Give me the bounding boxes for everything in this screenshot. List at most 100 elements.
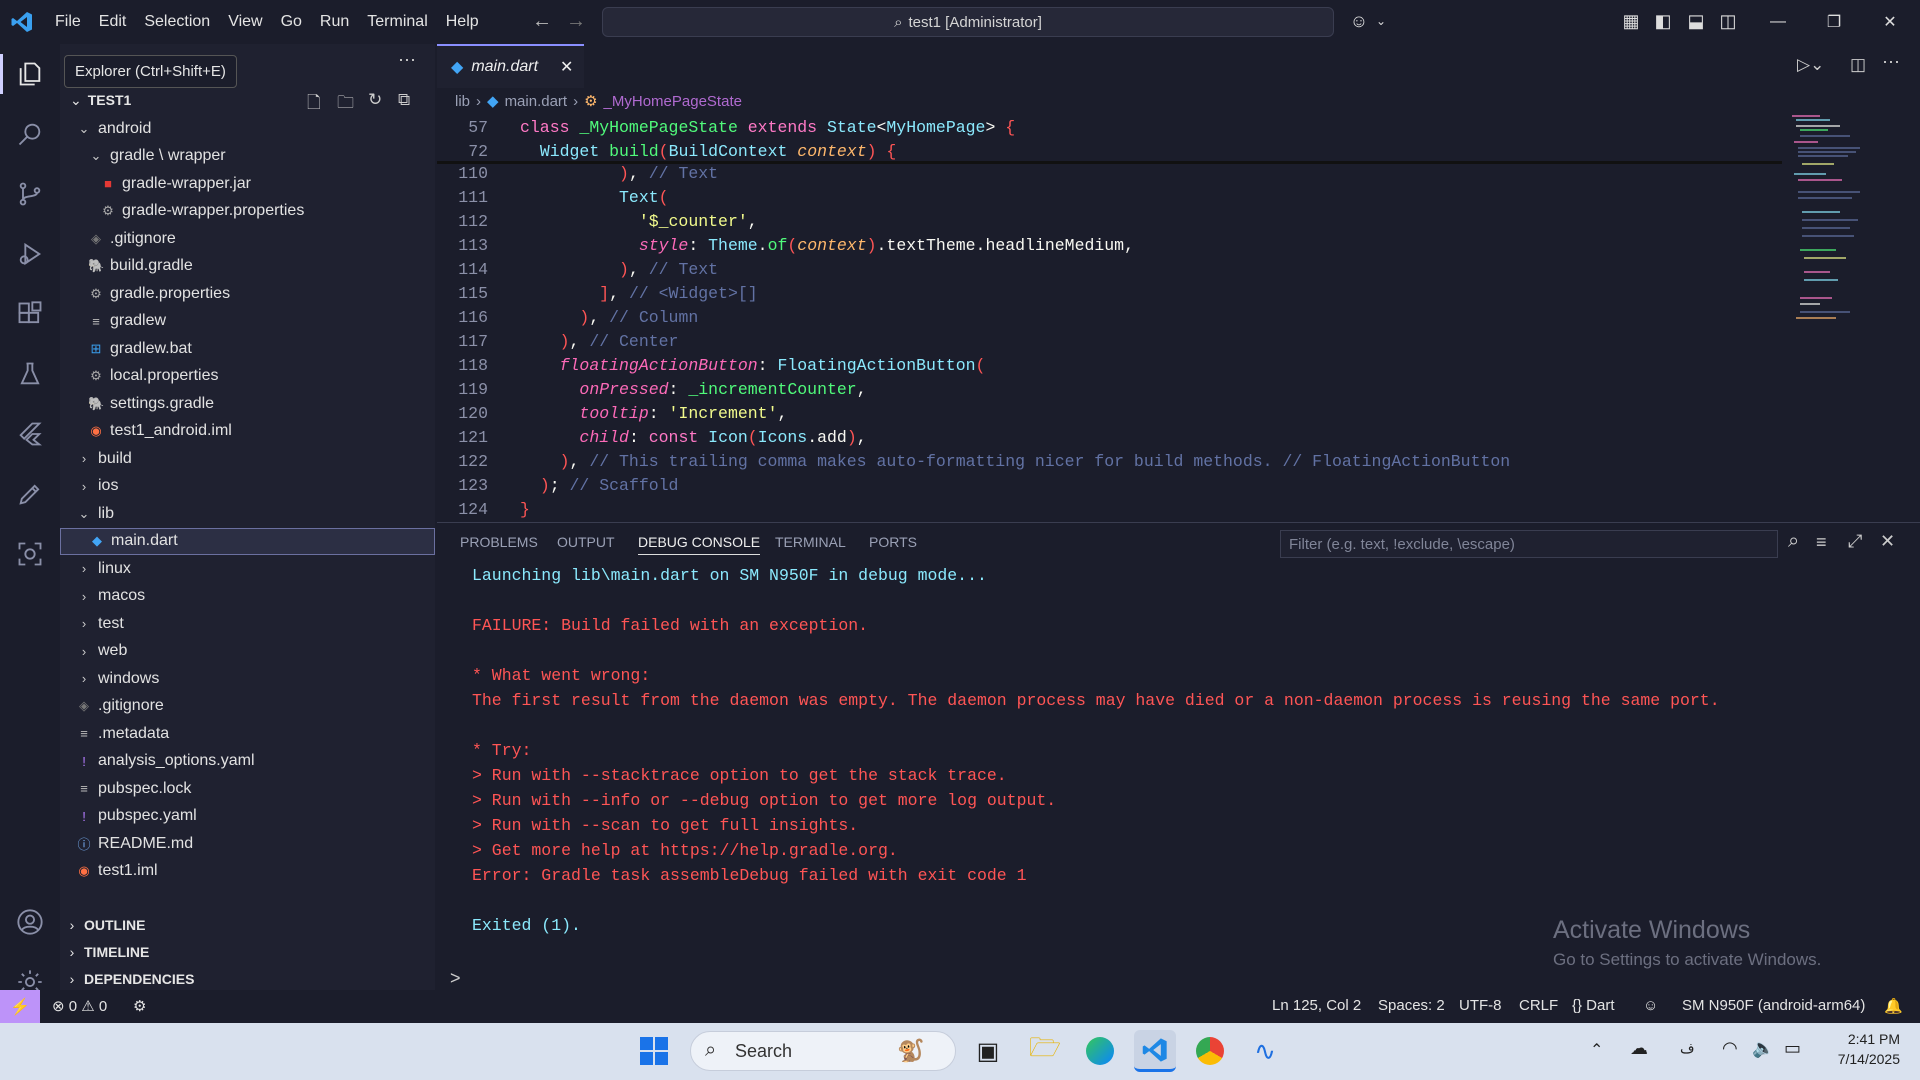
forward-arrow-icon[interactable]: → — [566, 10, 586, 33]
back-arrow-icon[interactable]: ← — [532, 10, 552, 33]
tree-item-build[interactable]: › build — [60, 445, 435, 472]
maximize-panel-icon[interactable]: ⤢ — [1848, 531, 1862, 552]
tree-item-ios[interactable]: › ios — [60, 473, 435, 500]
encoding[interactable]: UTF-8 — [1459, 997, 1502, 1014]
breadcrumb-folder[interactable]: lib — [455, 93, 470, 110]
menu-view[interactable]: View — [219, 13, 271, 31]
file-explorer-icon[interactable]: 🗁 — [1024, 1030, 1066, 1072]
menu-help[interactable]: Help — [437, 13, 488, 31]
code-line[interactable]: ), // Text — [520, 164, 718, 183]
section-dependencies[interactable]: › DEPENDENCIES — [60, 965, 435, 992]
account-icon[interactable] — [0, 894, 60, 950]
clear-console-icon[interactable]: ≡ — [1816, 532, 1827, 553]
collapse-all-icon[interactable]: ⧉ — [398, 90, 410, 110]
chevron-up-icon[interactable]: ⌃ — [1590, 1040, 1603, 1060]
tree-item-gradlew[interactable]: ≡ gradlew — [60, 308, 435, 335]
search-icon[interactable]: ⌕ — [1788, 530, 1799, 553]
language-mode[interactable]: {} Dart — [1572, 997, 1615, 1014]
minimize-button[interactable]: — — [1750, 0, 1806, 44]
menu-edit[interactable]: Edit — [90, 13, 136, 31]
tree-item-gradle-wrapper[interactable]: ⌄ gradle \ wrapper — [60, 143, 435, 170]
edge-icon[interactable] — [1079, 1030, 1121, 1072]
code-line[interactable]: } — [520, 500, 530, 519]
task-view-icon[interactable]: ▣ — [967, 1030, 1009, 1072]
toggle-secondary-sidebar-icon[interactable]: ◫ — [1717, 10, 1739, 32]
code-line[interactable]: ), // Text — [520, 260, 718, 279]
run-debug-icon[interactable] — [0, 226, 60, 282]
menu-selection[interactable]: Selection — [135, 13, 219, 31]
tab-output[interactable]: OUTPUT — [557, 534, 615, 550]
code-line[interactable]: floatingActionButton: FloatingActionButt… — [520, 356, 986, 375]
vscode-taskbar-icon[interactable] — [1134, 1030, 1176, 1072]
tree-item-gradle-wrapper-properties[interactable]: ⚙ gradle-wrapper.properties — [60, 198, 435, 225]
taskbar-search[interactable]: ⌕ Search 🐒 — [690, 1031, 956, 1071]
restore-button[interactable]: ❐ — [1806, 0, 1862, 44]
tree-item-test1-android-iml[interactable]: ◉ test1_android.iml — [60, 418, 435, 445]
customize-layout-icon[interactable]: ▦ — [1620, 10, 1642, 32]
close-tab-icon[interactable]: ✕ — [560, 57, 573, 77]
search-icon[interactable] — [0, 106, 60, 162]
explorer-icon[interactable] — [0, 46, 60, 102]
code-line[interactable]: ), // This trailing comma makes auto-for… — [520, 452, 1511, 471]
filter-input[interactable]: Filter (e.g. text, !exclude, \escape) — [1280, 530, 1778, 558]
source-control-icon[interactable] — [0, 166, 60, 222]
menu-terminal[interactable]: Terminal — [358, 13, 436, 31]
tab-ports[interactable]: PORTS — [869, 534, 917, 550]
battery-icon[interactable]: ▭ — [1784, 1038, 1801, 1059]
testing-icon[interactable] — [0, 346, 60, 402]
code-line[interactable]: onPressed: _incrementCounter, — [520, 380, 866, 399]
problems-status[interactable]: ⊗ 0 ⚠ 0 — [52, 997, 107, 1015]
volume-icon[interactable]: 🔈 — [1752, 1038, 1774, 1059]
code-line[interactable]: '$_counter', — [520, 212, 758, 231]
menu-run[interactable]: Run — [311, 13, 358, 31]
tab-debug-console[interactable]: DEBUG CONSOLE — [638, 534, 761, 555]
tree-item-settings-gradle[interactable]: 🐘 settings.gradle — [60, 390, 435, 417]
code-line[interactable]: ), // Center — [520, 332, 679, 351]
chevron-down-icon[interactable]: ⌄ — [1370, 10, 1392, 32]
tree-item-pubspec-yaml[interactable]: ! pubspec.yaml — [60, 803, 435, 830]
wifi-icon[interactable]: ◠ — [1722, 1038, 1738, 1059]
tree-item-test[interactable]: › test — [60, 610, 435, 637]
device-selector[interactable]: SM N950F (android-arm64) — [1682, 997, 1865, 1014]
code-line[interactable]: ], // <Widget>[] — [520, 284, 757, 303]
extensions-icon[interactable] — [0, 286, 60, 342]
tree-item-gradlew-bat[interactable]: ⊞ gradlew.bat — [60, 335, 435, 362]
debug-status-icon[interactable]: ⚙ — [133, 997, 146, 1015]
code-line[interactable]: Text( — [520, 188, 669, 207]
command-center[interactable]: ⌕ test1 [Administrator] — [602, 7, 1334, 37]
refresh-icon[interactable]: ↻ — [368, 90, 382, 110]
code-line[interactable]: ); // Scaffold — [520, 476, 679, 495]
tree-item-main-dart[interactable]: ◆ main.dart — [60, 527, 435, 555]
menu-go[interactable]: Go — [272, 13, 311, 31]
tree-item--gitignore[interactable]: ◈ .gitignore — [60, 225, 435, 252]
clock-date[interactable]: 7/14/2025 — [1838, 1051, 1900, 1067]
tree-item-windows[interactable]: › windows — [60, 665, 435, 692]
section-outline[interactable]: › OUTLINE — [60, 911, 435, 938]
cursor-position[interactable]: Ln 125, Col 2 — [1272, 997, 1361, 1014]
line-ending[interactable]: CRLF — [1519, 997, 1558, 1014]
more-actions-icon[interactable]: ⋯ — [398, 50, 416, 71]
tab-terminal[interactable]: TERMINAL — [775, 534, 846, 550]
tree-item-local-properties[interactable]: ⚙ local.properties — [60, 363, 435, 390]
tree-item-android[interactable]: ⌄ android — [60, 115, 435, 142]
remote-explorer-icon[interactable] — [0, 526, 60, 582]
clock-time[interactable]: 2:41 PM — [1848, 1031, 1900, 1047]
language-indicator-icon[interactable]: ف — [1680, 1040, 1695, 1057]
android-studio-icon[interactable]: ∿ — [1244, 1030, 1286, 1072]
tree-item-test1-iml[interactable]: ◉ test1.iml — [60, 858, 435, 885]
console-prompt[interactable]: > — [450, 968, 461, 989]
tree-item-gradle-wrapper-jar[interactable]: ■ gradle-wrapper.jar — [60, 170, 435, 197]
notifications-icon[interactable]: 🔔 — [1884, 997, 1903, 1015]
menu-file[interactable]: File — [46, 13, 90, 31]
tab-main-dart[interactable]: ◆ main.dart ✕ — [437, 44, 584, 88]
code-line[interactable]: ), // Column — [520, 308, 698, 327]
tree-item-readme-md[interactable]: ⓘ README.md — [60, 830, 435, 857]
section-timeline[interactable]: › TIMELINE — [60, 938, 435, 965]
copilot-icon[interactable]: ☺ — [1348, 10, 1370, 32]
indentation[interactable]: Spaces: 2 — [1378, 997, 1445, 1014]
close-panel-icon[interactable]: ✕ — [1880, 531, 1895, 552]
more-actions-icon[interactable]: ⋯ — [1882, 52, 1900, 73]
tree-item-web[interactable]: › web — [60, 638, 435, 665]
breadcrumb-file[interactable]: main.dart — [505, 93, 568, 110]
toggle-panel-icon[interactable]: ⬓ — [1685, 10, 1707, 32]
